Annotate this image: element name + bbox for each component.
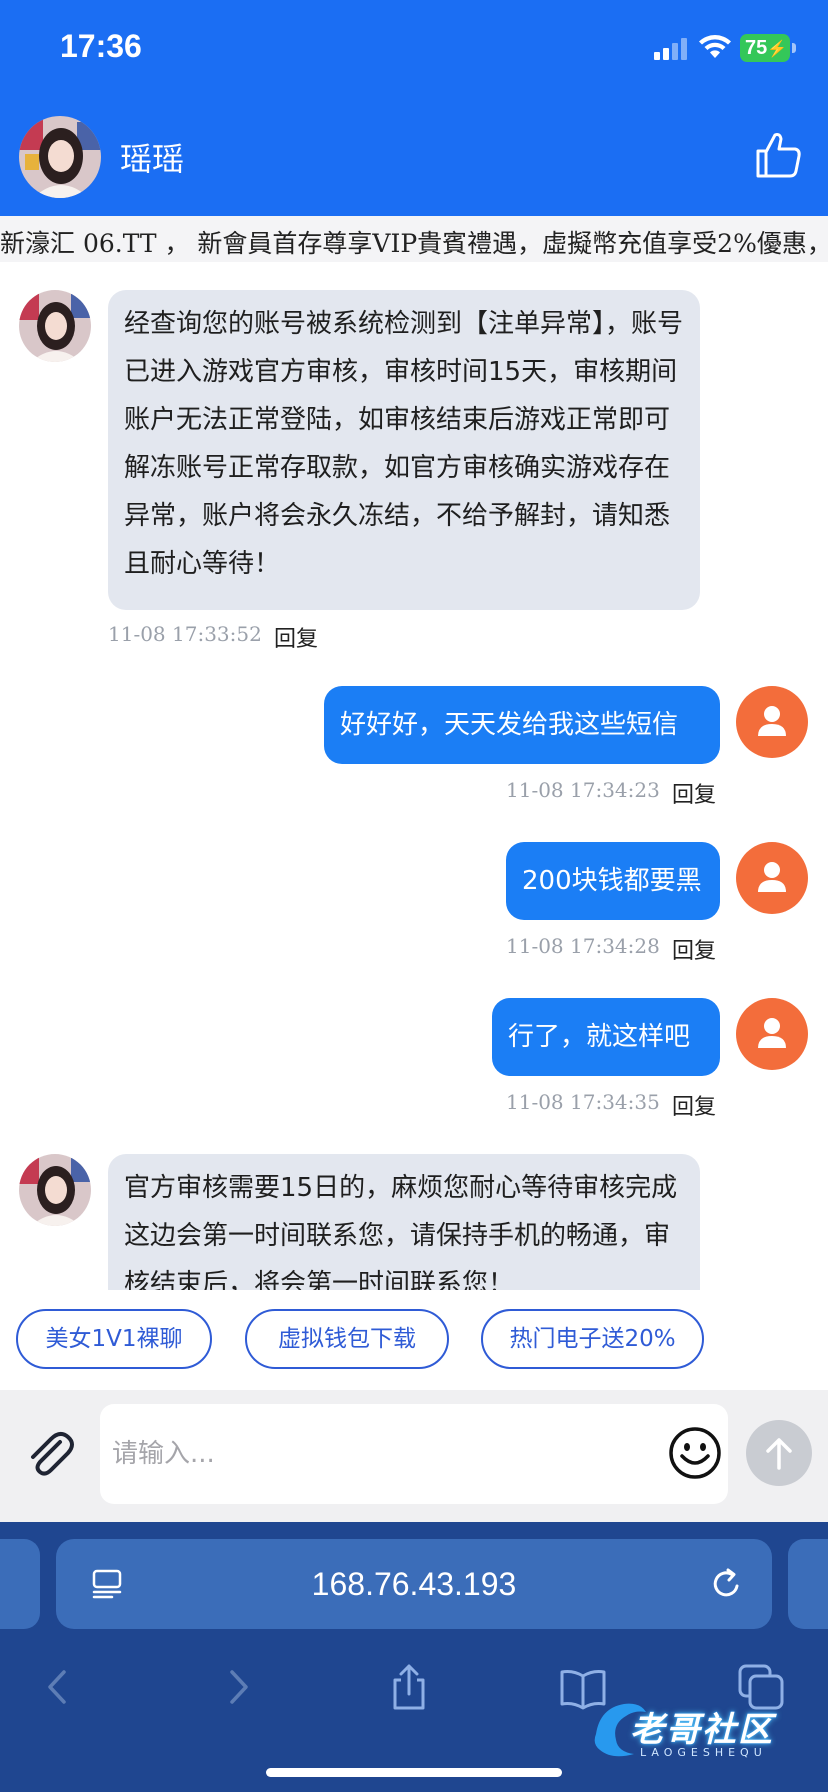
- reply-button[interactable]: 回复: [274, 621, 318, 653]
- person-icon: [758, 1018, 786, 1048]
- status-bar: 17:36 75⚡: [0, 0, 828, 100]
- message-text: 官方审核需要15日的，麻烦您耐心等待审核完成这边会第一时间联系您，请保持手机的畅…: [124, 1173, 678, 1290]
- outgoing-message[interactable]: 200块钱都要黑: [506, 842, 720, 920]
- address-bar[interactable]: 168.76.43.193: [56, 1539, 772, 1629]
- quick-reply-chip[interactable]: 美女1V1裸聊: [16, 1309, 212, 1369]
- message-time: 11-08 17:33:52: [108, 622, 262, 646]
- person-icon: [758, 862, 786, 892]
- reply-button[interactable]: 回复: [672, 933, 716, 965]
- back-icon[interactable]: [34, 1662, 84, 1712]
- home-indicator[interactable]: [266, 1768, 562, 1777]
- message-text: 经查询您的账号被系统检测到【注单异常】，账号已进入游戏官方审核，审核时间15天，…: [124, 309, 684, 579]
- battery-tip: [792, 43, 796, 53]
- contact-name: 瑶瑶: [120, 140, 185, 178]
- reply-button[interactable]: 回复: [672, 1089, 716, 1121]
- announcement-marquee[interactable]: 新濠汇 06.TT ， 新會員首存尊享VIP貴賓禮遇，虛擬幣充值享受2%優惠，: [0, 216, 828, 262]
- agent-avatar[interactable]: [19, 290, 91, 362]
- user-avatar[interactable]: [736, 842, 808, 914]
- cellular-signal-icon: [654, 36, 690, 60]
- contact-avatar[interactable]: [19, 116, 101, 198]
- user-avatar[interactable]: [736, 998, 808, 1070]
- charging-bolt-icon: ⚡: [767, 41, 788, 58]
- watermark-subtext: LAOGESHEQU: [640, 1746, 767, 1759]
- thumbs-up-icon[interactable]: [754, 130, 804, 180]
- battery-level: 75: [745, 37, 768, 59]
- watermark-text: 老哥社区: [630, 1710, 774, 1750]
- send-button[interactable]: [746, 1420, 812, 1486]
- user-avatar[interactable]: [736, 686, 808, 758]
- message-time: 11-08 17:34:28: [506, 934, 660, 958]
- message-time: 11-08 17:34:23: [506, 778, 660, 802]
- outgoing-message[interactable]: 好好好，天天发给我这些短信: [324, 686, 720, 764]
- chat-header: 瑶瑶: [0, 100, 828, 216]
- outgoing-message[interactable]: 行了，就这样吧: [492, 998, 720, 1076]
- reload-icon[interactable]: [708, 1565, 746, 1603]
- url-text: 168.76.43.193: [311, 1566, 517, 1602]
- message-composer: [0, 1390, 828, 1522]
- person-icon: [758, 706, 786, 736]
- forward-icon[interactable]: [212, 1662, 262, 1712]
- message-text: 200块钱都要黑: [522, 866, 702, 896]
- quick-reply-chip[interactable]: 虚拟钱包下载: [245, 1309, 449, 1369]
- announcement-text: 新濠汇 06.TT ， 新會員首存尊享VIP貴賓禮遇，虛擬幣充值享受2%優惠，: [0, 229, 828, 258]
- status-time: 17:36: [60, 28, 142, 64]
- chat-messages[interactable]: 经查询您的账号被系统检测到【注单异常】，账号已进入游戏官方审核，审核时间15天，…: [0, 262, 828, 1290]
- message-text: 好好好，天天发给我这些短信: [340, 710, 679, 740]
- paperclip-icon[interactable]: [24, 1428, 76, 1480]
- message-time: 11-08 17:34:35: [506, 1090, 660, 1114]
- browser-toolbar: 168.76.43.193 老哥社区 LAOGESHEQU: [0, 1522, 828, 1792]
- quick-replies: 美女1V1裸聊 虚拟钱包下载 热门电子送20%: [0, 1290, 828, 1390]
- quick-reply-chip[interactable]: 热门电子送20%: [481, 1309, 704, 1369]
- message-text: 行了，就这样吧: [508, 1022, 691, 1052]
- message-input[interactable]: [100, 1404, 728, 1504]
- arrow-up-icon: [766, 1438, 792, 1470]
- next-tab-preview[interactable]: [788, 1539, 828, 1629]
- wifi-icon: [699, 35, 731, 58]
- site-watermark-logo: 老哥社区 LAOGESHEQU: [590, 1694, 820, 1764]
- incoming-message[interactable]: 官方审核需要15日的，麻烦您耐心等待审核完成这边会第一时间联系您，请保持手机的畅…: [108, 1154, 700, 1290]
- share-icon[interactable]: [384, 1662, 434, 1712]
- previous-tab-preview[interactable]: [0, 1539, 40, 1629]
- reply-button[interactable]: 回复: [672, 777, 716, 809]
- incoming-message[interactable]: 经查询您的账号被系统检测到【注单异常】，账号已进入游戏官方审核，审核时间15天，…: [108, 290, 700, 610]
- agent-avatar[interactable]: [19, 1154, 91, 1226]
- emoji-icon[interactable]: [668, 1426, 722, 1480]
- battery-indicator: 75⚡: [740, 34, 790, 62]
